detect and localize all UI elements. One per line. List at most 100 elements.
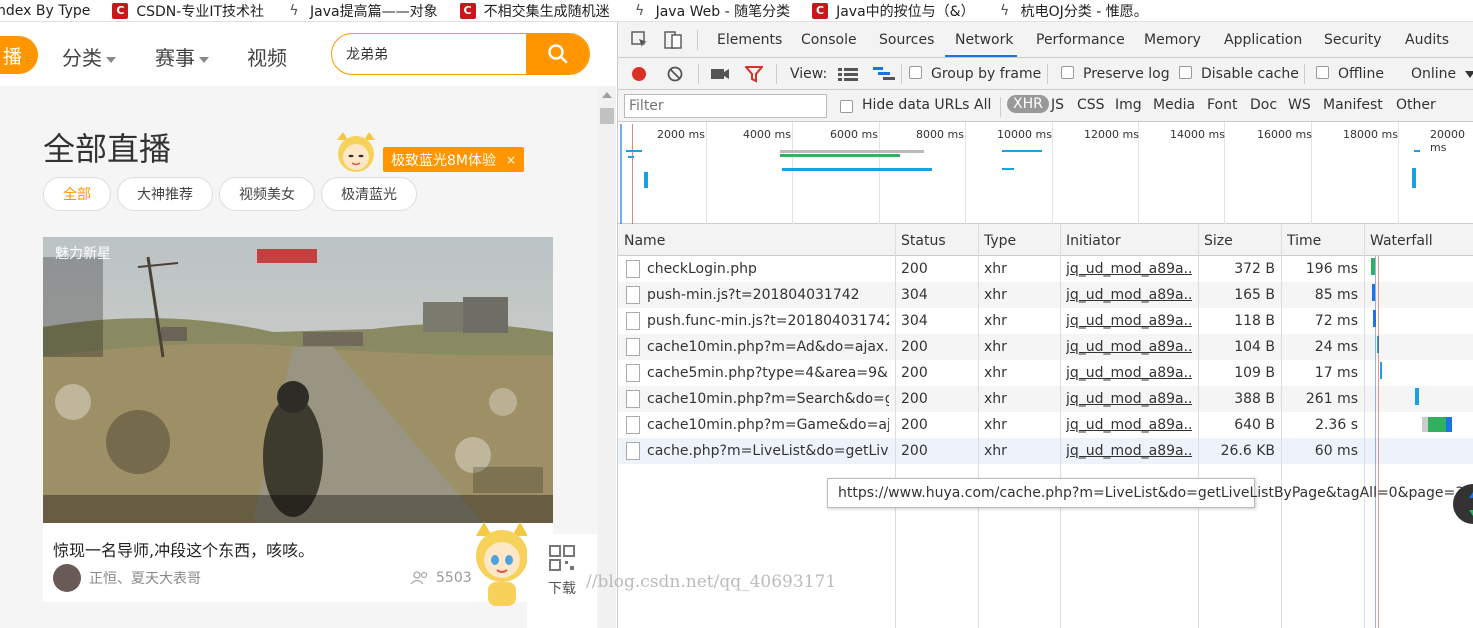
clear-icon[interactable] — [666, 65, 684, 83]
table-row[interactable]: cache10min.php?m=Ad&do=ajax... 200 xhr jq_u… — [618, 334, 1473, 360]
dom-content-loaded-marker — [1375, 256, 1376, 628]
bookmark-item[interactable]: C CSDN-专业IT技术社 — [112, 1, 264, 21]
type-js[interactable]: JS — [1051, 97, 1064, 113]
request-time: 261 ms — [1305, 391, 1358, 407]
type-css[interactable]: CSS — [1077, 97, 1105, 113]
type-xhr[interactable]: XHR — [1007, 95, 1049, 113]
column-initiator[interactable]: Initiator — [1060, 224, 1198, 256]
request-initiator[interactable]: jq_ud_mod_a89a... — [1066, 365, 1192, 381]
tab-sources[interactable]: Sources — [879, 32, 934, 48]
request-name: push-min.js?t=201804031742 — [647, 287, 860, 303]
search-button[interactable] — [526, 34, 589, 74]
waterfall-overview-icon[interactable] — [873, 66, 895, 82]
column-name[interactable]: Name — [618, 224, 895, 256]
request-initiator[interactable]: jq_ud_mod_a89a... — [1066, 287, 1192, 303]
scrollbar-thumb[interactable] — [600, 108, 614, 124]
preserve-log-checkbox[interactable] — [1061, 66, 1074, 79]
request-name: cache10min.php?m=Ad&do=ajax... — [647, 339, 889, 355]
column-type[interactable]: Type — [978, 224, 1060, 256]
nav-events[interactable]: 赛事 — [155, 42, 209, 71]
nav-video[interactable]: 视频 — [247, 42, 287, 71]
tab-performance[interactable]: Performance — [1036, 32, 1125, 48]
table-row[interactable]: cache10min.php?m=Game&do=aj... 200 xhr jq_u… — [618, 412, 1473, 438]
type-ws[interactable]: WS — [1288, 97, 1311, 113]
bookmark-item[interactable]: ϟ Java Web - 随笔分类 — [632, 1, 790, 21]
stream-title[interactable]: 惊现一名导师,冲段这个东西，咳咳。 — [53, 537, 314, 561]
type-img[interactable]: Img — [1115, 97, 1142, 113]
waterfall-bar — [1415, 388, 1419, 405]
tab-security[interactable]: Security — [1324, 32, 1382, 48]
bookmark-item[interactable]: ϟ Java提高篇——对象 — [286, 1, 437, 21]
filter-icon[interactable] — [745, 65, 763, 83]
type-media[interactable]: Media — [1153, 97, 1195, 113]
disable-cache-checkbox[interactable] — [1179, 66, 1192, 79]
filter-recommended[interactable]: 大神推荐 — [117, 177, 213, 211]
column-divider — [895, 224, 896, 628]
stream-author[interactable]: 正恒、夏天大表哥 — [53, 563, 201, 593]
table-row[interactable]: checkLogin.php 200 xhr jq_ud_mod_a89a... 372… — [618, 256, 1473, 282]
column-waterfall[interactable]: Waterfall — [1364, 224, 1473, 256]
table-row[interactable]: cache.php?m=LiveList&do=getLiv... 200 xhr j… — [618, 438, 1473, 464]
stream-thumbnail[interactable]: 魅力新星 — [43, 237, 553, 523]
filter-all[interactable]: 全部 — [43, 177, 111, 211]
request-initiator[interactable]: jq_ud_mod_a89a... — [1066, 391, 1192, 407]
request-initiator[interactable]: jq_ud_mod_a89a... — [1066, 339, 1192, 355]
hide-data-urls-checkbox[interactable] — [840, 100, 853, 113]
tab-console[interactable]: Console — [801, 32, 857, 48]
record-icon[interactable] — [630, 65, 648, 83]
avatar — [53, 564, 81, 592]
table-row[interactable]: cache5min.php?type=4&area=9&... 200 xhr jq_… — [618, 360, 1473, 386]
tab-audits[interactable]: Audits — [1405, 32, 1449, 48]
file-icon — [626, 416, 640, 434]
column-divider — [1281, 224, 1282, 628]
request-initiator[interactable]: jq_ud_mod_a89a... — [1066, 313, 1192, 329]
bookmark-label: ndex By Type — [0, 2, 91, 19]
type-other[interactable]: Other — [1396, 97, 1436, 113]
live-nav-button[interactable]: 播 — [0, 36, 38, 74]
request-initiator[interactable]: jq_ud_mod_a89a... — [1066, 443, 1192, 459]
device-toolbar-icon[interactable] — [664, 30, 682, 50]
table-row[interactable]: push.func-min.js?t=201804031742 304 xhr jq_… — [618, 308, 1473, 334]
close-icon[interactable]: × — [506, 153, 516, 167]
type-doc[interactable]: Doc — [1250, 97, 1277, 113]
table-row[interactable]: cache10min.php?m=Search&do=g... 200 xhr jq_… — [618, 386, 1473, 412]
throttling-select[interactable]: Online — [1411, 66, 1456, 82]
request-status: 200 — [901, 339, 928, 355]
type-manifest[interactable]: Manifest — [1323, 97, 1383, 113]
filter-video-beauty[interactable]: 视频美女 — [219, 177, 315, 211]
type-all[interactable]: All — [974, 97, 991, 113]
bookmark-item[interactable]: ϟ 杭电OJ分类 - 惟愿。 — [997, 1, 1148, 21]
group-by-frame-checkbox[interactable] — [909, 66, 922, 79]
nav-category[interactable]: 分类 — [62, 42, 116, 71]
search-input[interactable] — [346, 43, 526, 65]
tab-memory[interactable]: Memory — [1144, 32, 1201, 48]
request-initiator[interactable]: jq_ud_mod_a89a... — [1066, 261, 1192, 277]
tab-elements[interactable]: Elements — [717, 32, 782, 48]
tab-application[interactable]: Application — [1224, 32, 1302, 48]
table-row[interactable]: push-min.js?t=201804031742 304 xhr jq_ud_mo… — [618, 282, 1473, 308]
type-font[interactable]: Font — [1207, 97, 1237, 113]
filter-input[interactable] — [624, 94, 827, 118]
large-rows-icon[interactable] — [838, 66, 858, 82]
divider — [901, 64, 902, 84]
column-size[interactable]: Size — [1198, 224, 1281, 256]
page-scrollbar[interactable] — [598, 86, 616, 628]
network-overview[interactable]: 2000 ms 4000 ms 6000 ms 8000 ms 10000 ms… — [618, 122, 1473, 224]
floating-action-button[interactable] — [1453, 484, 1473, 524]
screenshot-icon[interactable] — [710, 65, 730, 83]
promo-badge[interactable]: 极致蓝光8M体验 × — [383, 147, 525, 172]
bookmark-item[interactable]: C 不相交集生成随机迷 — [459, 1, 610, 21]
column-time[interactable]: Time — [1281, 224, 1364, 256]
divider — [698, 64, 699, 84]
filter-bluray[interactable]: 极清蓝光 — [321, 177, 417, 211]
column-status[interactable]: Status — [895, 224, 978, 256]
scroll-up-icon[interactable] — [598, 86, 616, 104]
inspect-element-icon[interactable] — [631, 31, 649, 49]
tab-network[interactable]: Network — [955, 32, 1013, 48]
request-size: 118 B — [1234, 313, 1275, 329]
bookmark-item[interactable]: C Java中的按位与（&） — [812, 1, 975, 21]
request-initiator[interactable]: jq_ud_mod_a89a... — [1066, 417, 1192, 433]
chevron-down-icon[interactable] — [1465, 71, 1473, 79]
offline-checkbox[interactable] — [1316, 66, 1329, 79]
bookmark-item[interactable]: ndex By Type — [0, 3, 90, 19]
